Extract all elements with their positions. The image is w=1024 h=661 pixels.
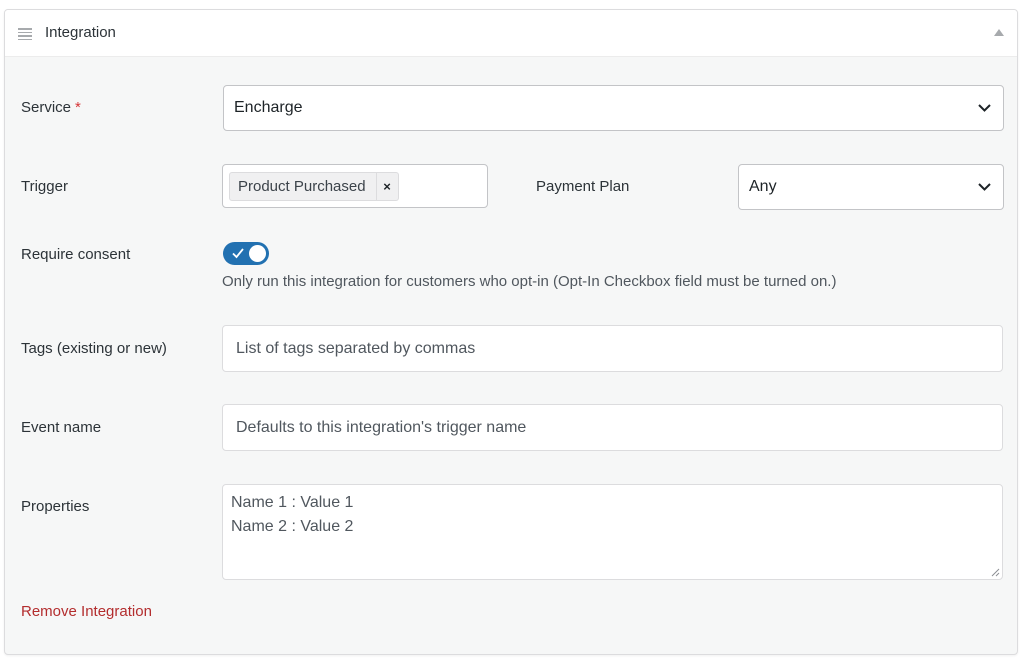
service-label: Service * [21,99,81,116]
event-name-label: Event name [21,419,102,436]
toggle-knob [249,245,266,262]
properties-placeholder-line-2: Name 2 : Value 2 [231,518,354,535]
properties-label: Properties [21,498,90,515]
event-name-input[interactable]: Defaults to this integration's trigger n… [222,404,1003,451]
payment-plan-label: Payment Plan [536,178,630,195]
tag-remove-icon[interactable]: × [375,173,398,200]
properties-textarea[interactable]: Name 1 : Value 1 Name 2 : Value 2 [222,484,1003,580]
properties-placeholder-line-1: Name 1 : Value 1 [231,494,354,511]
chevron-down-icon [978,104,991,112]
remove-integration-link[interactable]: Remove Integration [21,603,152,620]
panel-header[interactable]: Integration [5,10,1017,57]
service-select-value: Encharge [234,99,303,116]
trigger-tag-label: Product Purchased [238,178,366,195]
required-marker: * [75,99,81,116]
trigger-label: Trigger [21,178,68,195]
payment-plan-select[interactable]: Any [738,164,1004,210]
trigger-multiselect[interactable]: Product Purchased × [222,164,488,208]
panel-title: Integration [45,24,116,41]
chevron-down-icon [978,183,991,191]
tags-placeholder: List of tags separated by commas [236,339,476,357]
integration-panel: Integration Service * Encharge Trigger Pr… [4,9,1018,655]
tags-label: Tags (existing or new) [21,340,167,357]
require-consent-toggle[interactable] [223,242,269,265]
require-consent-label: Require consent [21,246,131,263]
service-select[interactable]: Encharge [223,85,1004,131]
collapse-arrow-icon[interactable] [994,29,1004,36]
checkmark-icon [232,248,244,259]
consent-help-text: Only run this integration for customers … [222,273,837,290]
payment-plan-value: Any [749,178,777,195]
trigger-tag: Product Purchased × [229,172,399,201]
resize-handle-icon[interactable] [991,568,1000,577]
service-label-text: Service [21,99,72,116]
event-name-placeholder: Defaults to this integration's trigger n… [236,418,527,436]
drag-handle-icon[interactable] [18,28,32,40]
tags-input[interactable]: List of tags separated by commas [222,325,1003,372]
